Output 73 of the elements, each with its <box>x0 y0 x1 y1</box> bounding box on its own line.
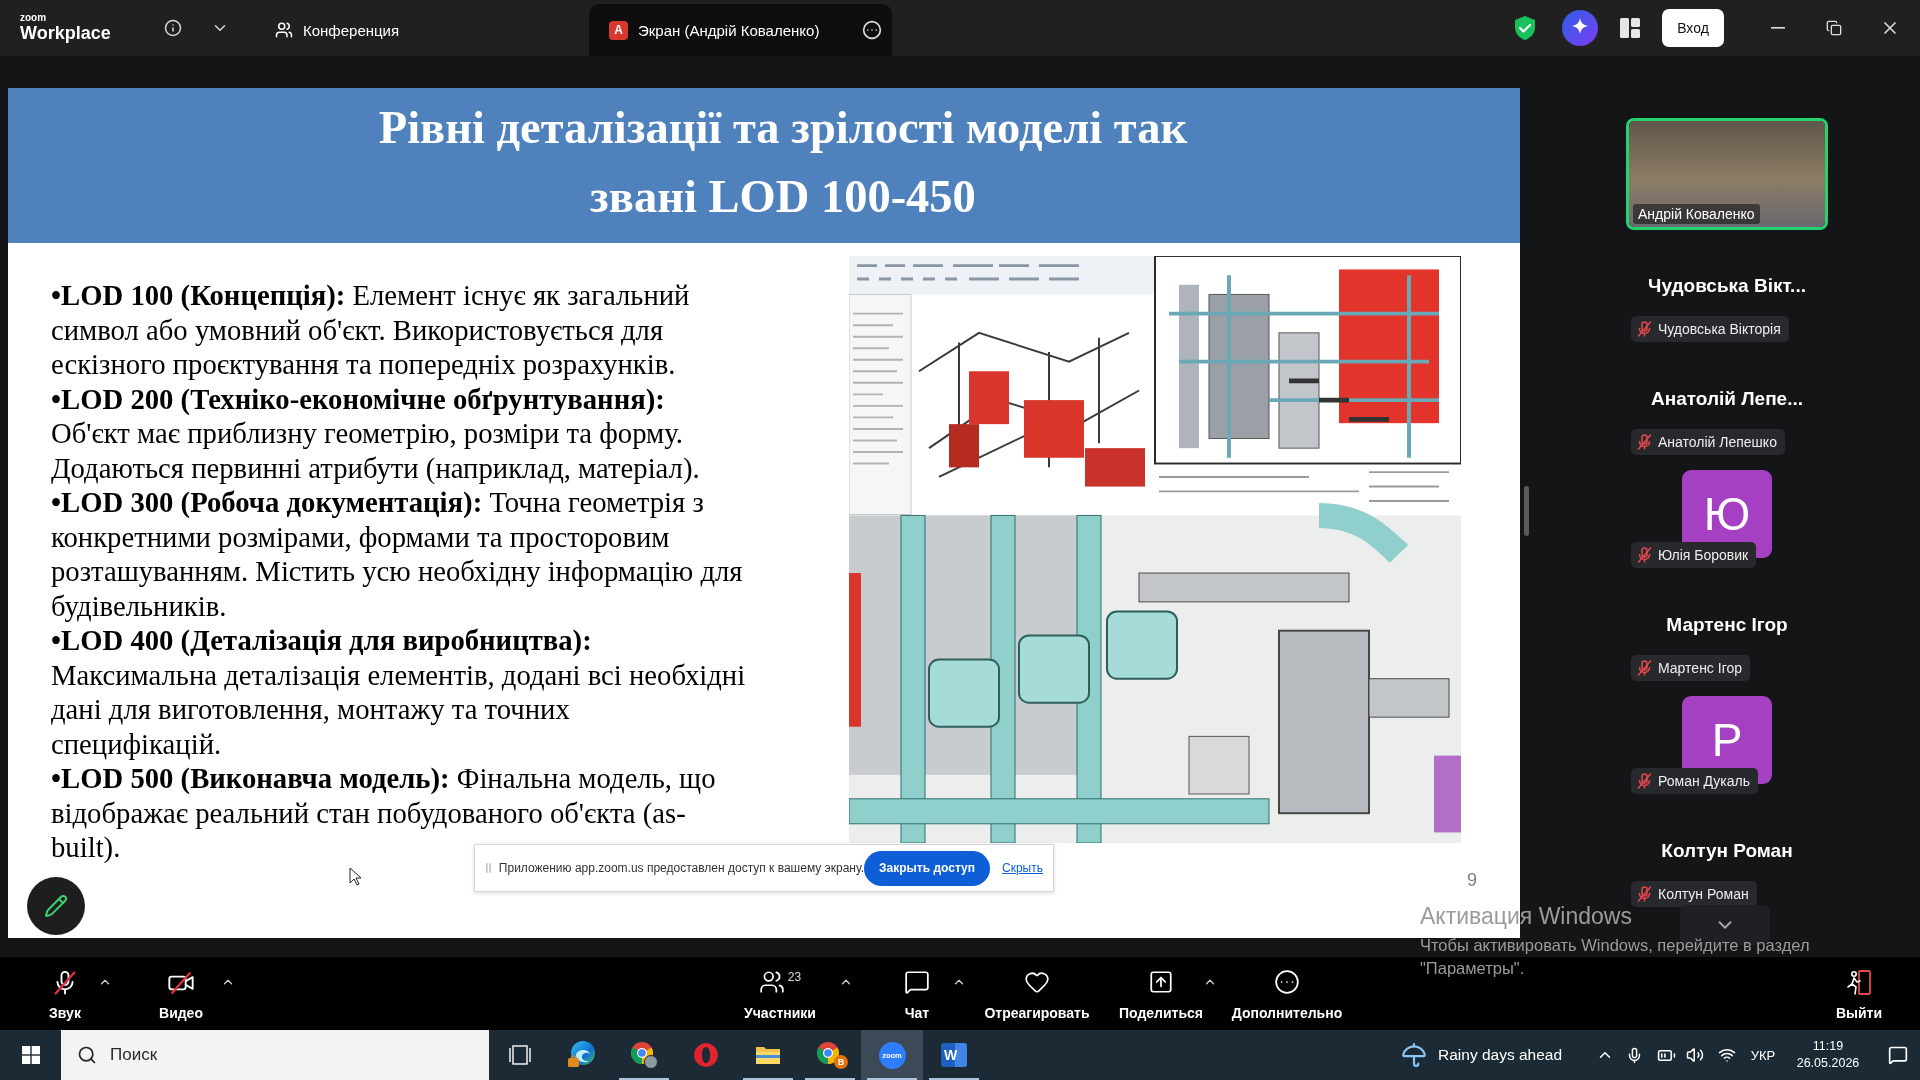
more-button[interactable]: Дополнительно <box>1227 957 1347 1021</box>
people-icon <box>275 21 293 39</box>
clock[interactable]: 11:19 26.05.2026 <box>1793 1030 1863 1080</box>
more-icon <box>1274 969 1300 995</box>
display-name: Чудовська Вікт... <box>1648 274 1806 298</box>
umbrella-icon <box>1401 1042 1427 1068</box>
weather-widget[interactable]: Rainy days ahead <box>1398 1030 1586 1080</box>
react-button[interactable]: Отреагировать <box>977 957 1097 1021</box>
browser-circle-icon <box>630 1041 658 1069</box>
slide-title: Рівні деталізації та зрілості моделі так звані LOD 100-450 <box>377 100 1189 224</box>
display-name: Мартенс Ігор <box>1666 613 1788 637</box>
mouse-cursor-icon <box>349 867 361 886</box>
minimize-icon <box>1771 27 1785 29</box>
app-logo-text: Workplace <box>20 23 111 44</box>
task-view-icon <box>509 1045 531 1065</box>
display-name: Колтун Роман <box>1661 839 1793 863</box>
activation-message: Чтобы активировать Windows, перейдите в раздел "Параметры". <box>1420 935 1811 979</box>
chat-button[interactable]: Чат <box>887 957 947 1021</box>
ai-sparkle-icon[interactable] <box>1562 10 1598 46</box>
participant-name: Чудовська Вікторія <box>1658 321 1781 337</box>
display-name: Анатолій Лепе... <box>1650 387 1803 411</box>
bullet-paragraph: •LOD 400 (Деталізація для виробництва): Максимальна деталізація елементів, додані всі необхідні дані для виготовлення, монтажу та точних специфікацій. <box>51 623 746 761</box>
leave-door-icon <box>1845 969 1873 997</box>
video-tile[interactable]: Андрій Коваленко <box>1626 118 1828 230</box>
search-icon <box>77 1045 97 1065</box>
bullet-paragraph: •LOD 200 (Техніко-економічне обґрунтування): Об'єкт має приблизну геометрію, розміри та форму. Додаються первинні атрибути (наприклад, матеріал). <box>51 381 700 485</box>
pencil-icon <box>44 894 68 918</box>
logo-small-text: zoom <box>20 12 47 23</box>
audio-button[interactable]: Звук <box>32 957 98 1021</box>
people-icon <box>758 969 785 995</box>
taskbar-app-button[interactable]: W <box>923 1030 985 1080</box>
bullet-paragraph: •LOD 300 (Робоча документація): Точна геометрія з конкретними розмірами, формами та просторовим розташуванням. Містить усю необхідну інформацію для будівельників. <box>51 485 743 623</box>
info-button[interactable] <box>164 19 182 37</box>
sign-in-button[interactable]: Вход <box>1662 9 1724 47</box>
notification-icon <box>1888 1045 1908 1065</box>
more-options-icon[interactable] <box>862 20 882 40</box>
share-screen-icon <box>1148 969 1174 995</box>
drag-handle-icon[interactable] <box>486 862 491 874</box>
bullet-paragraph: •LOD 500 (Виконавча модель): Фінальна модель, що відображає реальний стан побудованого об'єкта (as- built). <box>51 761 716 863</box>
share-screen-button[interactable]: Поделиться <box>1119 957 1203 1021</box>
participant-count: 23 <box>787 970 802 984</box>
stop-sharing-button[interactable]: Закрыть доступ <box>864 850 991 886</box>
folder-icon <box>755 1044 781 1066</box>
meeting-tab[interactable]: Конференция <box>263 4 566 56</box>
leave-button[interactable]: Выйти <box>1829 957 1889 1021</box>
restore-icon <box>1826 20 1842 36</box>
slide-number: 9 <box>1467 870 1477 891</box>
participant-name: Мартенс Ігор <box>1658 660 1742 676</box>
initial-badge: А <box>609 20 628 40</box>
language-indicator[interactable]: УКР <box>1746 1030 1780 1080</box>
participant-name: Колтун Роман <box>1658 886 1749 902</box>
shield-check-icon[interactable] <box>1514 16 1536 40</box>
browser-wave-icon <box>568 1041 596 1069</box>
browser-ring-icon <box>693 1042 719 1068</box>
windows-logo-icon <box>21 1046 40 1064</box>
resize-handle[interactable] <box>1524 486 1529 536</box>
bullet-paragraph: •LOD 100 (Концепція): Елемент існує як загальний символ або умовний об'єкт. Використовується для ескізного проєктування та попередніх розрахунків. <box>51 278 690 382</box>
annotate-button[interactable] <box>27 877 85 935</box>
speaker-icon <box>1686 1046 1704 1064</box>
chat-bubble-icon <box>904 969 930 995</box>
wifi-icon <box>1718 1046 1736 1064</box>
participant-name: Андрій Коваленко <box>1633 204 1760 224</box>
hide-link[interactable]: Скрыть <box>1002 861 1043 875</box>
profile-badge: B <box>834 1055 848 1069</box>
layout-icon[interactable] <box>1620 18 1640 38</box>
screen-share-tab[interactable]: А Экран (Андрій Коваленко) <box>589 4 892 56</box>
participant-name: Анатолій Лепешко <box>1658 434 1777 450</box>
share-notice-text: Приложению app.zoom.us предоставлен доступ к вашему экрану. <box>498 861 865 875</box>
heart-icon <box>1024 969 1050 995</box>
info-icon <box>164 19 182 37</box>
search-field[interactable]: Поиск <box>61 1030 489 1080</box>
video-button[interactable]: Видео <box>146 957 216 1021</box>
participants-button[interactable]: 23 Участники <box>730 957 830 1021</box>
